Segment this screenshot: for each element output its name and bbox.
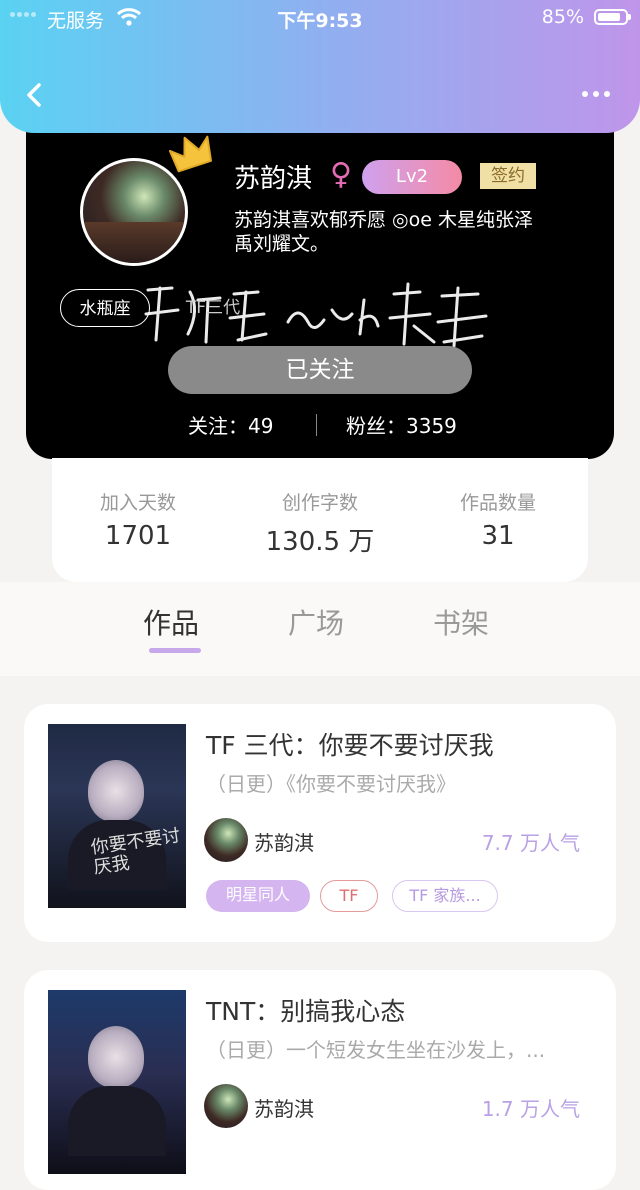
tab-plaza[interactable]: 广场 (288, 602, 344, 642)
book-tag[interactable]: TF (320, 880, 378, 912)
female-icon: ♀ (330, 157, 352, 192)
metric-value: 1701 (104, 521, 172, 551)
book-description: （日更）一个短发女生坐在沙发上，... (206, 1038, 546, 1062)
book-cover[interactable]: 你要不要讨厌我 (48, 724, 186, 908)
metric-works-count: 作品数量 31 (408, 488, 588, 551)
fans-count[interactable]: 粉丝：3359 (346, 410, 457, 439)
book-cover[interactable] (48, 990, 186, 1174)
followed-button[interactable]: 已关注 (168, 346, 472, 394)
zodiac-tag[interactable]: 水瓶座 (60, 289, 150, 327)
fandom-tag[interactable]: TF三代 (168, 289, 258, 327)
stats-divider (316, 414, 317, 436)
book-tag[interactable]: 明星同人 (206, 880, 310, 912)
book-card[interactable]: TNT：别搞我心态 （日更）一个短发女生坐在沙发上，... 苏韵淇 1.7 万人… (24, 970, 616, 1190)
more-icon[interactable] (582, 84, 616, 104)
metric-label: 加入天数 (99, 492, 176, 514)
signed-badge: 签约 (480, 163, 536, 189)
author-name[interactable]: 苏韵淇 (254, 827, 314, 856)
metric-join-days: 加入天数 1701 (48, 488, 228, 551)
user-bio: 苏韵淇喜欢郁乔愿 ◎oe 木星纯张泽禹刘耀文。 (234, 209, 533, 255)
metrics-card: 加入天数 1701 创作字数 130.5 万 作品数量 31 (52, 458, 588, 582)
metric-label: 作品数量 (459, 492, 536, 514)
book-card[interactable]: 你要不要讨厌我 TF 三代：你要不要讨厌我 （日更）《你要不要讨厌我》 苏韵淇 … (24, 704, 616, 942)
battery-icon (594, 9, 631, 25)
active-tab-indicator (149, 648, 201, 653)
tab-bookshelf[interactable]: 书架 (433, 602, 489, 642)
popularity-count: 1.7 万人气 (481, 1097, 580, 1121)
back-icon[interactable] (20, 80, 50, 110)
tab-works[interactable]: 作品 (143, 602, 199, 642)
popularity-count: 7.7 万人气 (481, 831, 580, 855)
user-name: 苏韵淇 (234, 164, 313, 194)
following-count[interactable]: 关注：49 (188, 410, 273, 439)
book-tag[interactable]: TF 家族... (392, 880, 498, 912)
level-badge: Lv2 (362, 160, 462, 194)
crown-icon (168, 135, 212, 173)
tab-bar: 作品 广场 书架 (0, 582, 640, 676)
metric-value: 130.5 万 (265, 527, 375, 557)
metric-value: 31 (481, 521, 515, 551)
metric-label: 创作字数 (281, 492, 358, 514)
metric-word-count: 创作字数 130.5 万 (230, 488, 410, 558)
author-avatar[interactable] (204, 1084, 248, 1128)
book-title[interactable]: TNT：别搞我心态 (206, 992, 405, 1028)
book-description: （日更）《你要不要讨厌我》 (206, 772, 456, 796)
status-bar: 无服务 下午9:53 85% (0, 0, 640, 36)
author-name[interactable]: 苏韵淇 (254, 1093, 314, 1122)
author-avatar[interactable] (204, 818, 248, 862)
battery-percent: 85% (541, 6, 584, 28)
book-title[interactable]: TF 三代：你要不要讨厌我 (206, 726, 494, 762)
